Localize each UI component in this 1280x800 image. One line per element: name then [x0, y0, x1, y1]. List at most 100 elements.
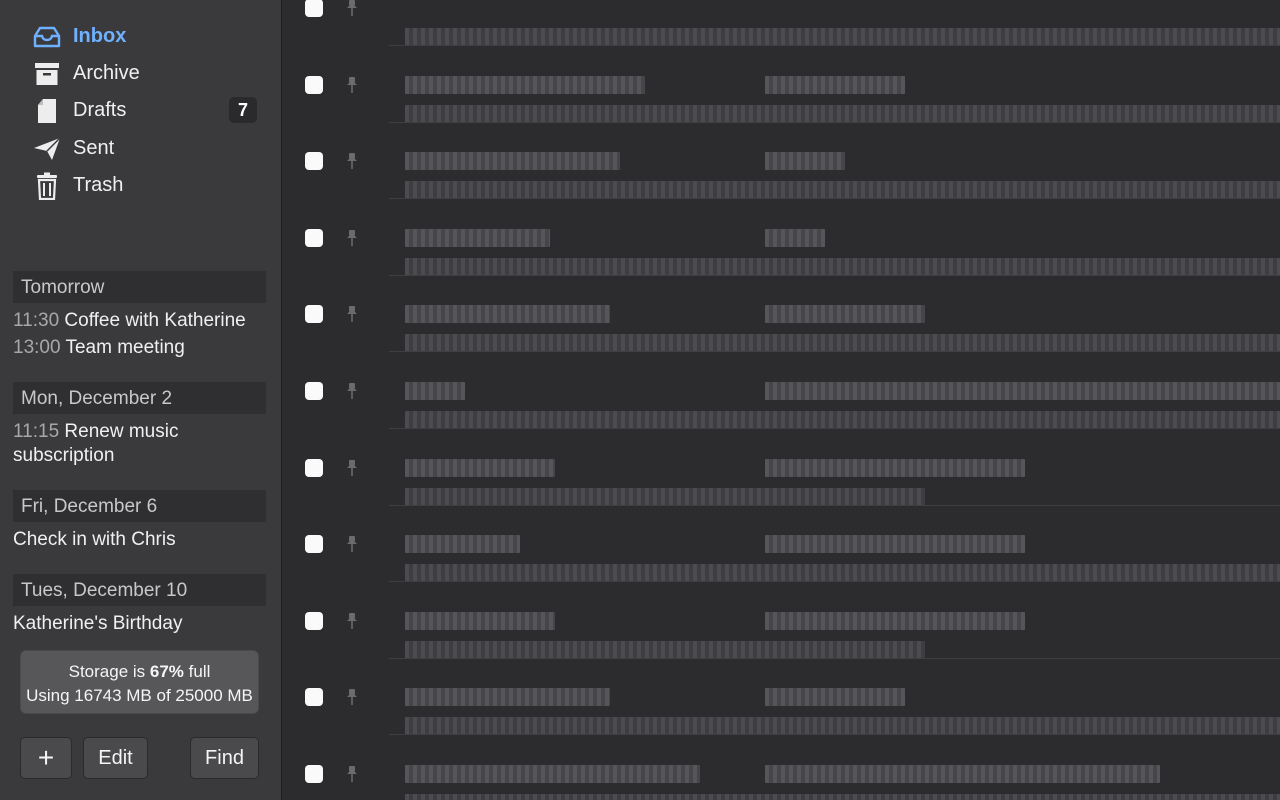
mailbox-inbox[interactable]: Inbox: [0, 18, 282, 54]
mailbox-sent[interactable]: Sent: [0, 130, 282, 166]
redacted-subject: [765, 382, 1280, 400]
message-row[interactable]: [283, 46, 1280, 123]
agenda-day-header: Tues, December 10: [13, 574, 266, 606]
redacted-sender: [405, 611, 555, 630]
storage-suffix: full: [188, 662, 211, 681]
event-title-continued: subscription: [13, 445, 115, 466]
message-row[interactable]: [283, 505, 1280, 583]
redacted-sender: [405, 535, 520, 554]
message-select-checkbox[interactable]: [305, 228, 323, 247]
storage-prefix: Storage is: [68, 662, 146, 681]
pin-icon[interactable]: [346, 535, 358, 553]
archive-box-icon: [32, 61, 62, 87]
pin-icon[interactable]: [346, 765, 358, 783]
mailbox-archive[interactable]: Archive: [0, 55, 282, 91]
redacted-subject: [765, 535, 1025, 554]
message-select-checkbox[interactable]: [305, 458, 323, 477]
message-row[interactable]: [283, 275, 1280, 353]
event-title: Check in with Chris: [13, 529, 176, 550]
mailbox-trash[interactable]: Trash: [0, 167, 282, 203]
event-time: 11:30: [13, 310, 60, 331]
redacted-subject: [765, 765, 1160, 783]
sidebar: Inbox Archive Drafts 7 Sent Trash Tomorr…: [0, 0, 282, 800]
redacted-sender: [405, 305, 610, 324]
agenda-event[interactable]: 13:00 Team meeting: [13, 336, 273, 360]
pin-icon[interactable]: [346, 76, 358, 94]
redacted-sender: [405, 152, 620, 171]
mailbox-label-trash: Trash: [73, 173, 124, 196]
message-select-checkbox[interactable]: [305, 152, 323, 171]
pin-icon[interactable]: [346, 0, 358, 17]
pin-icon[interactable]: [346, 382, 358, 400]
add-button[interactable]: +: [20, 737, 72, 779]
message-select-checkbox[interactable]: [305, 688, 323, 707]
agenda-event[interactable]: 11:15 Renew music subscription: [13, 420, 273, 468]
event-title: Renew music: [64, 421, 179, 442]
drafts-count-badge: 7: [229, 97, 257, 123]
redacted-subject: [765, 688, 905, 707]
message-select-checkbox[interactable]: [305, 382, 323, 400]
pin-icon[interactable]: [346, 459, 358, 477]
plus-icon: +: [37, 742, 55, 773]
message-row[interactable]: [283, 0, 1280, 46]
agenda-event[interactable]: 11:30 Coffee with Katherine: [13, 309, 273, 333]
redacted-subject: [765, 152, 845, 171]
message-select-checkbox[interactable]: [305, 305, 323, 324]
message-row[interactable]: [283, 122, 1280, 200]
redacted-subject: [765, 611, 1025, 630]
redacted-sender: [405, 75, 645, 94]
redacted-preview: [405, 564, 1280, 583]
agenda-day-header: Mon, December 2: [13, 382, 266, 414]
message-row[interactable]: [283, 658, 1280, 736]
redacted-preview: [405, 794, 1280, 800]
message-select-checkbox[interactable]: [305, 535, 323, 554]
redacted-sender: [405, 458, 555, 477]
storage-percent: 67%: [149, 662, 184, 681]
pin-icon[interactable]: [346, 229, 358, 247]
find-button[interactable]: Find: [190, 737, 259, 779]
redacted-preview: [405, 257, 1280, 276]
pin-icon[interactable]: [346, 688, 358, 706]
redacted-preview: [405, 334, 1280, 353]
redacted-preview: [405, 717, 1280, 736]
message-select-checkbox[interactable]: [305, 75, 323, 94]
redacted-subject: [765, 75, 905, 94]
redacted-subject: [765, 305, 925, 324]
inbox-tray-icon: [32, 24, 62, 50]
redacted-sender: [405, 228, 550, 247]
redacted-preview: [405, 487, 925, 506]
mailbox-label-archive: Archive: [73, 61, 140, 84]
message-select-checkbox[interactable]: [305, 0, 323, 17]
agenda-day-header: Fri, December 6: [13, 490, 266, 522]
message-row[interactable]: [283, 429, 1280, 506]
mailbox-label-drafts: Drafts: [73, 98, 127, 121]
redacted-sender: [405, 765, 700, 783]
agenda-event[interactable]: Check in with Chris: [13, 528, 273, 552]
message-row[interactable]: [283, 735, 1280, 800]
event-time: 11:15: [13, 421, 60, 442]
storage-summary: Storage is 67% full: [21, 660, 258, 684]
trash-can-icon: [32, 172, 62, 200]
message-list: [283, 0, 1280, 800]
agenda-event[interactable]: Katherine's Birthday: [13, 612, 273, 636]
storage-indicator: Storage is 67% full Using 16743 MB of 25…: [20, 650, 259, 714]
message-select-checkbox[interactable]: [305, 611, 323, 630]
pin-icon[interactable]: [346, 152, 358, 170]
edit-button[interactable]: Edit: [83, 737, 148, 779]
draft-document-icon: [32, 98, 62, 124]
event-time: 13:00: [13, 337, 61, 358]
message-row[interactable]: [283, 582, 1280, 659]
redacted-preview: [405, 181, 1280, 200]
mailbox-drafts[interactable]: Drafts 7: [0, 92, 282, 128]
message-row[interactable]: [283, 199, 1280, 276]
redacted-preview: [405, 104, 1280, 123]
redacted-sender: [405, 688, 610, 707]
storage-usage: Using 16743 MB of 25000 MB: [26, 686, 253, 705]
event-title: Coffee with Katherine: [64, 310, 246, 331]
redacted-sender: [405, 382, 465, 400]
message-select-checkbox[interactable]: [305, 765, 323, 783]
event-title: Katherine's Birthday: [13, 613, 183, 634]
pin-icon[interactable]: [346, 305, 358, 323]
pin-icon[interactable]: [346, 612, 358, 630]
message-row[interactable]: [283, 352, 1280, 429]
